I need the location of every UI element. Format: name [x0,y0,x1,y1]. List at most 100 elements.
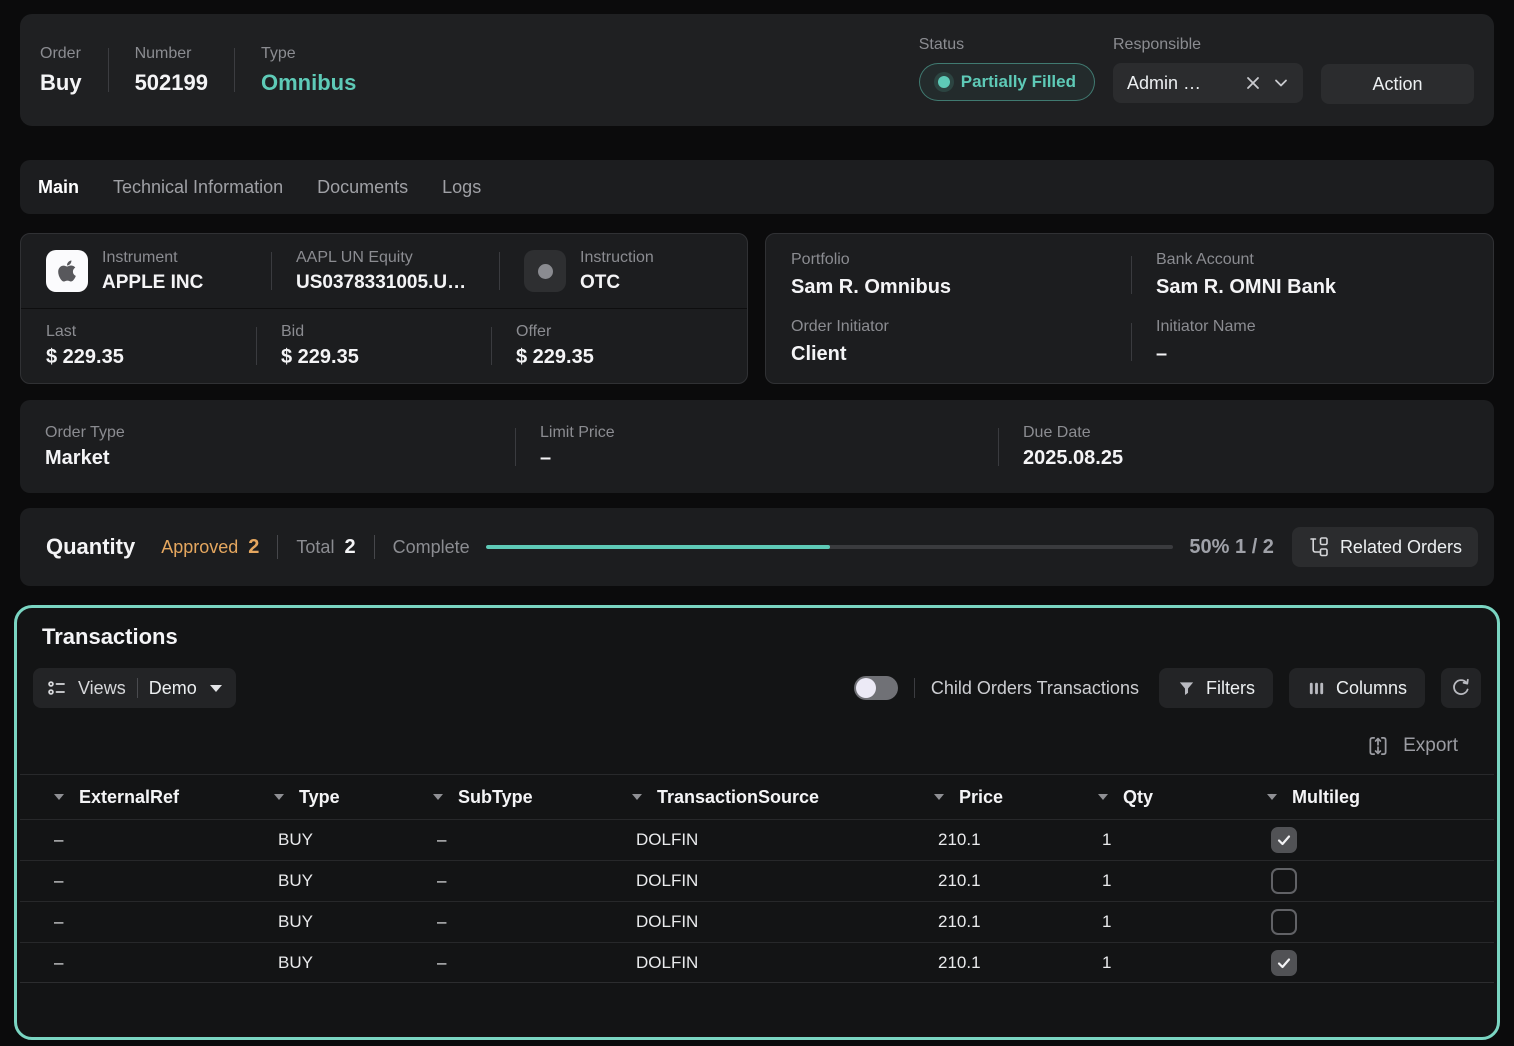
type-field: Type Omnibus [261,45,356,96]
bank-account-field: Bank Account Sam R. OMNI Bank [1131,242,1493,309]
instruction-segment: Instruction OTC [499,234,747,308]
total-value: 2 [344,536,355,559]
instrument-card: Instrument APPLE INC AAPL UN Equity US03… [20,233,748,384]
due-date-value: 2025.08.25 [1023,447,1123,470]
export-icon [1366,734,1390,758]
responsible-select[interactable]: Admin … [1113,63,1303,103]
table-header: ExternalRef Type SubType TransactionSour… [20,774,1494,819]
initiator-name-field: Initiator Name – [1131,309,1493,376]
limit-price-label: Limit Price [540,424,615,442]
cell-qty: 1 [1072,912,1241,932]
cell-subtype: – [407,953,606,973]
sort-caret-icon[interactable] [433,794,443,800]
quantity-card: Quantity Approved 2 Total 2 Complete 50%… [20,508,1494,586]
export-action[interactable]: Export [20,718,1494,774]
progress-bar [486,545,1174,549]
order-type-label: Order Type [45,424,125,442]
filter-icon [1177,679,1196,698]
tab-bar: Main Technical Information Documents Log… [20,160,1494,214]
due-date-label: Due Date [1023,424,1123,442]
cell-qty: 1 [1072,871,1241,891]
filters-label: Filters [1206,678,1255,699]
table-row[interactable]: – BUY – DOLFIN 210.1 1 [20,901,1494,942]
cell-transactionsource: DOLFIN [606,871,908,891]
initiator-name-value: – [1156,343,1493,366]
number-field: Number 502199 [135,45,208,96]
table-row[interactable]: – BUY – DOLFIN 210.1 1 [20,819,1494,860]
sort-caret-icon[interactable] [1098,794,1108,800]
tab-main[interactable]: Main [38,177,79,198]
equity-segment: AAPL UN Equity US0378331005.U… [271,234,499,308]
clear-icon[interactable] [1245,75,1261,91]
transactions-title: Transactions [20,608,1494,662]
sort-caret-icon[interactable] [632,794,642,800]
portfolio-value: Sam R. Omnibus [791,276,1131,299]
offer-label: Offer [516,323,594,341]
cell-type: BUY [248,830,407,850]
multileg-checkbox[interactable] [1271,827,1297,853]
sort-caret-icon[interactable] [1267,794,1277,800]
action-button[interactable]: Action [1321,64,1474,104]
sort-caret-icon[interactable] [274,794,284,800]
divider [374,535,375,559]
table-row[interactable]: – BUY – DOLFIN 210.1 1 [20,860,1494,901]
portfolio-field: Portfolio Sam R. Omnibus [766,242,1131,309]
filters-button[interactable]: Filters [1159,668,1273,708]
last-segment: Last $ 229.35 [21,309,256,383]
instrument-name: APPLE INC [102,272,203,294]
cell-multileg [1241,868,1494,894]
multileg-checkbox[interactable] [1271,950,1297,976]
cell-transactionsource: DOLFIN [606,953,908,973]
order-type-card: Order Type Market Limit Price – Due Date… [20,400,1494,493]
cell-multileg [1241,827,1494,853]
type-value: Omnibus [261,70,356,96]
number-value: 502199 [135,70,208,96]
bank-account-label: Bank Account [1156,251,1493,269]
transactions-toolbar: Views Demo Child Orders Transactions Fil… [20,662,1494,718]
sort-caret-icon[interactable] [54,794,64,800]
tab-documents[interactable]: Documents [317,177,408,198]
order-header-card: Order Buy Number 502199 Type Omnibus Sta… [20,14,1494,126]
responsible-group: Responsible Admin … [1113,36,1303,104]
divider [277,535,278,559]
cell-externalref: – [20,912,248,932]
responsible-label: Responsible [1113,36,1303,54]
view-selected: Demo [149,678,197,699]
offer-segment: Offer $ 229.35 [491,309,747,383]
header-actions: Status Partially Filled Responsible Admi… [919,36,1474,104]
cell-subtype: – [407,830,606,850]
tab-technical-information[interactable]: Technical Information [113,177,283,198]
bid-label: Bid [281,323,359,341]
table-row[interactable]: – BUY – DOLFIN 210.1 1 [20,942,1494,983]
cell-externalref: – [20,871,248,891]
bid-value: $ 229.35 [281,346,359,369]
instruction-value: OTC [580,272,654,294]
columns-button[interactable]: Columns [1289,668,1425,708]
export-label: Export [1403,735,1458,757]
approved-value: 2 [248,536,259,559]
child-orders-toggle[interactable] [854,676,898,700]
number-label: Number [135,45,208,63]
order-type-value: Market [45,447,125,470]
status-text: Partially Filled [961,72,1076,92]
child-orders-toggle-label: Child Orders Transactions [931,678,1139,699]
equity-field: AAPL UN Equity US0378331005.U… [296,249,466,294]
refresh-button[interactable] [1441,668,1481,708]
equity-value: US0378331005.U… [296,272,466,294]
multileg-checkbox[interactable] [1271,909,1297,935]
chevron-down-icon[interactable] [1273,75,1289,91]
tab-logs[interactable]: Logs [442,177,481,198]
instrument-top-row: Instrument APPLE INC AAPL UN Equity US03… [21,234,747,309]
cell-transactionsource: DOLFIN [606,912,908,932]
multileg-checkbox[interactable] [1271,868,1297,894]
views-selector[interactable]: Views Demo [33,668,236,708]
order-value: Buy [40,70,82,96]
quantity-title: Quantity [46,534,135,560]
cell-multileg [1241,950,1494,976]
column-header-subtype: SubType [407,787,606,808]
sort-caret-icon[interactable] [934,794,944,800]
related-orders-button[interactable]: Related Orders [1292,527,1478,567]
order-field: Order Buy [40,45,82,96]
cell-price: 210.1 [908,830,1072,850]
refresh-icon [1451,678,1471,698]
